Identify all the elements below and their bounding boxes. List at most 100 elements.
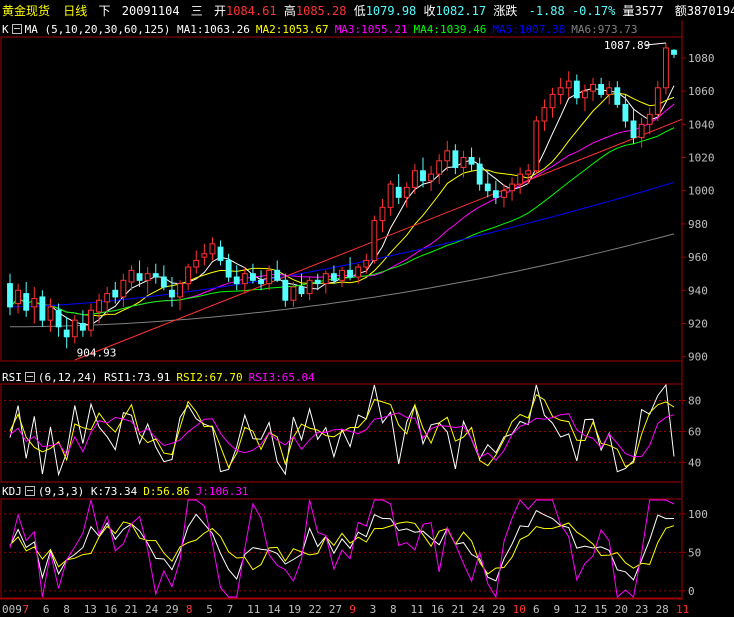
candle-body — [484, 183, 491, 192]
x-tick-label: 21 — [125, 603, 138, 616]
candle-body — [314, 279, 321, 285]
candle-body — [31, 298, 38, 308]
y-tick-label: 1020 — [688, 152, 715, 165]
low-annotation: 904.93 — [77, 346, 117, 359]
candle-body — [339, 269, 345, 281]
x-tick-label: 28 — [656, 603, 669, 616]
x-tick-label: 6 — [43, 603, 50, 616]
candle-body — [55, 309, 62, 328]
candle-body — [39, 296, 46, 321]
candle-body — [112, 289, 119, 298]
y-tick-label: 940 — [688, 284, 708, 297]
candle-body — [533, 120, 540, 172]
candle-body — [411, 170, 418, 188]
candle-body — [403, 186, 410, 198]
x-tick-label: 14 — [268, 603, 282, 616]
candle-body — [355, 266, 362, 278]
x-tick-label: 22 — [308, 603, 321, 616]
candle-body — [233, 276, 240, 285]
candle-body — [144, 273, 151, 281]
candle-body — [557, 87, 564, 95]
candle-body — [298, 286, 305, 295]
ma1-line — [9, 85, 675, 326]
candle-body — [509, 183, 515, 192]
trendline — [74, 118, 683, 361]
candle-body — [517, 173, 524, 185]
candle-body — [71, 319, 78, 338]
candle-body — [436, 160, 443, 175]
candle-body — [88, 309, 94, 331]
y-tick-label: 1040 — [688, 118, 715, 131]
x-tick-label: 21 — [451, 603, 464, 616]
high-annotation: 1087.89 — [604, 39, 650, 52]
candle-body — [136, 273, 143, 281]
candle-body — [501, 190, 507, 198]
candle-body — [104, 293, 111, 303]
candle-body — [671, 49, 677, 55]
x-tick-label: 23 — [635, 603, 648, 616]
candle-body — [160, 276, 167, 288]
x-tick-label: 8 — [390, 603, 397, 616]
y-tick-label: 60 — [688, 425, 701, 438]
x-tick-label: 3 — [370, 603, 377, 616]
x-tick-label: 12 — [574, 603, 587, 616]
y-tick-label: 40 — [688, 456, 701, 469]
candle-body — [274, 269, 281, 281]
y-tick-label: 920 — [688, 317, 708, 330]
candlestick-chart[interactable]: 108010601040102010009809609409209001087.… — [0, 0, 734, 617]
y-tick-label: 0 — [688, 585, 695, 598]
candle-body — [428, 173, 435, 182]
candle-body — [387, 183, 394, 208]
candle-body — [476, 163, 483, 185]
candle-body — [217, 246, 224, 261]
y-tick-label: 980 — [688, 218, 708, 231]
candle-body — [79, 322, 86, 331]
candle-body — [322, 273, 329, 285]
candle-body — [654, 87, 661, 115]
candle-body — [347, 269, 354, 278]
candle-body — [23, 293, 30, 311]
x-tick-label: 11 — [247, 603, 260, 616]
candle-body — [581, 90, 588, 99]
candle-body — [420, 170, 426, 182]
candle-body — [128, 269, 135, 283]
candle-body — [306, 279, 313, 295]
candle-body — [525, 170, 532, 175]
x-tick-label: 6 — [533, 603, 540, 616]
candle-body — [606, 87, 613, 95]
y-tick-label: 1060 — [688, 85, 715, 98]
candle-body — [371, 220, 378, 261]
y-tick-label: 960 — [688, 251, 708, 264]
x-tick-label: 8 — [186, 603, 193, 616]
candle-body — [565, 80, 572, 89]
y-tick-label: 1080 — [688, 52, 715, 65]
candle-body — [379, 206, 386, 222]
candle-body — [549, 93, 556, 109]
x-tick-label: 24 — [145, 603, 159, 616]
candle-body — [201, 253, 208, 258]
candle-body — [169, 289, 175, 298]
rsi-panel-frame — [0, 383, 683, 483]
x-tick-label: 8 — [63, 603, 70, 616]
x-tick-label: 29 — [165, 603, 178, 616]
x-tick-label: 19 — [288, 603, 301, 616]
candle-body — [646, 113, 653, 125]
candle-body — [638, 123, 645, 139]
x-tick-label: 7 — [22, 603, 29, 616]
candle-body — [282, 279, 289, 301]
x-tick-label: 16 — [431, 603, 444, 616]
x-tick-label: 11 — [410, 603, 423, 616]
x-tick-label: 24 — [472, 603, 486, 616]
candle-body — [492, 190, 499, 198]
x-tick-label: 27 — [329, 603, 342, 616]
x-tick-label: 16 — [104, 603, 117, 616]
candle-body — [266, 269, 273, 285]
candle-body — [573, 80, 580, 99]
x-tick-label: 009 — [2, 603, 22, 616]
candle-body — [622, 103, 629, 122]
candle-body — [225, 259, 232, 278]
x-tick-label: 20 — [615, 603, 628, 616]
candle-body — [249, 273, 256, 281]
candle-body — [177, 283, 183, 298]
candle-body — [258, 279, 264, 285]
